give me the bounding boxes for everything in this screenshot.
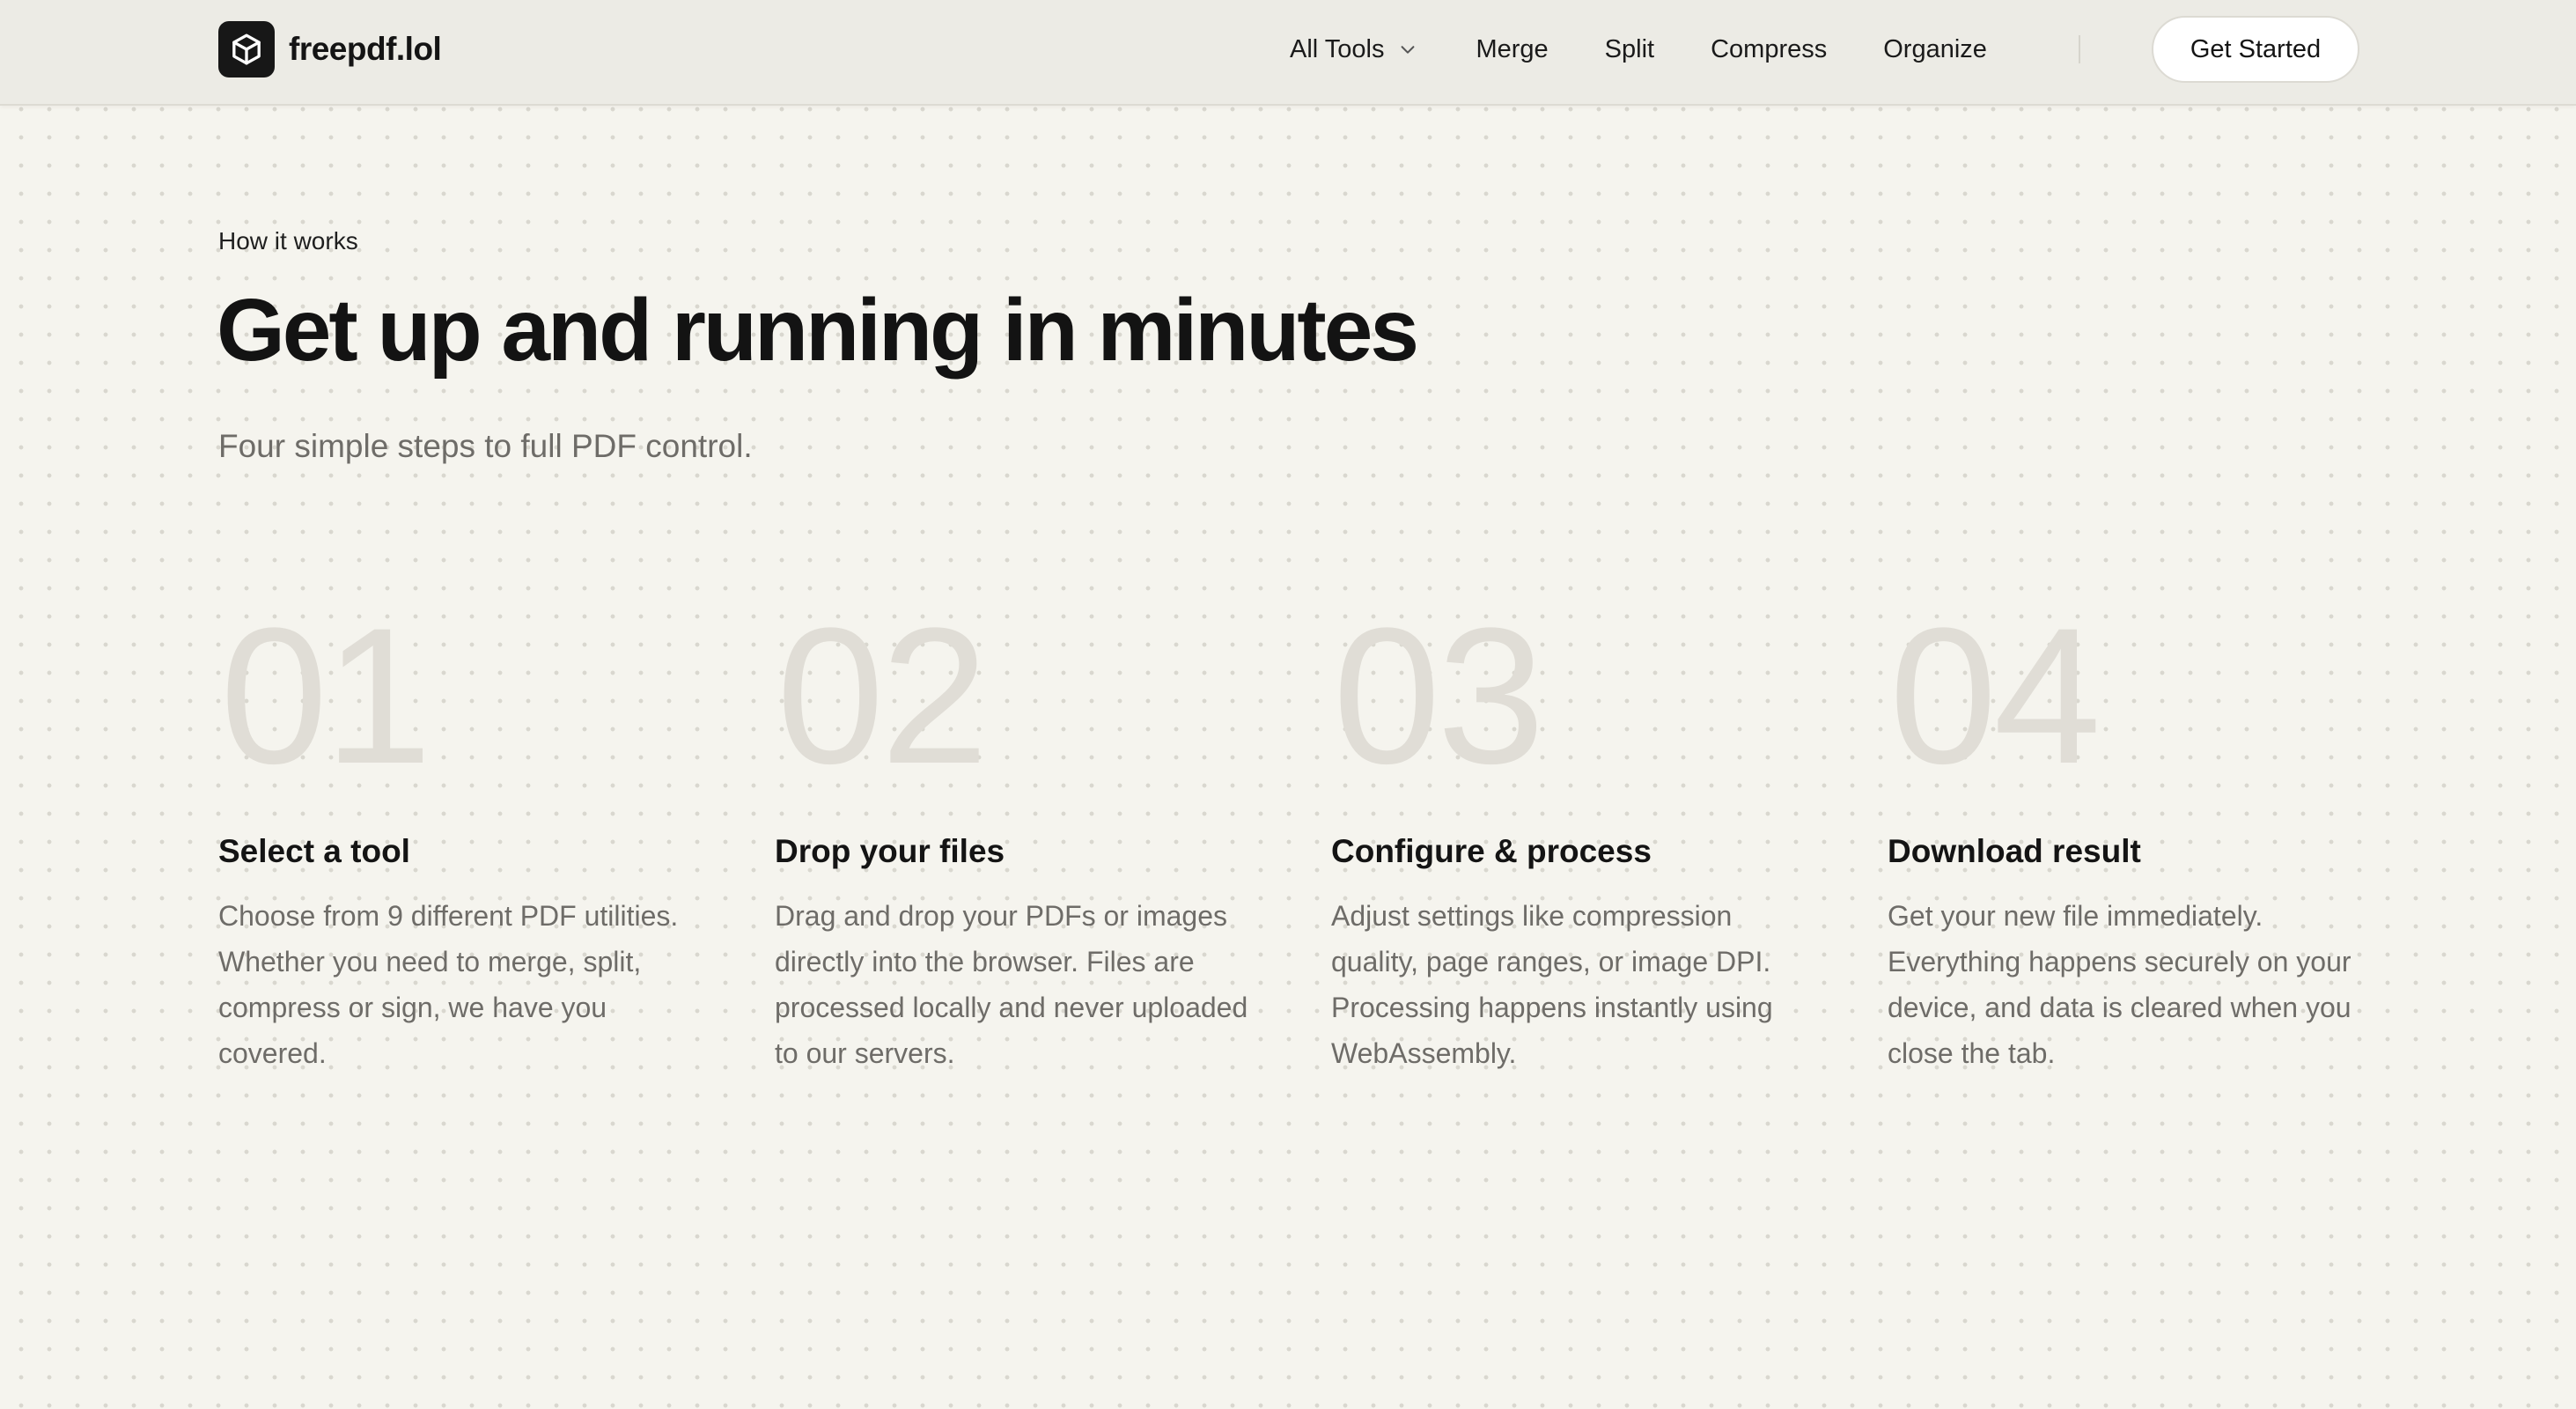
nav-split-link[interactable]: Split (1605, 35, 1654, 64)
nav-all-tools-label: All Tools (1290, 34, 1385, 63)
get-started-button[interactable]: Get Started (2152, 16, 2359, 83)
nav-compress-link[interactable]: Compress (1711, 35, 1827, 64)
step-number: 03 (1333, 587, 1545, 804)
page-title: Get up and running in minutes (217, 281, 1419, 380)
chevron-down-icon (1398, 40, 1417, 59)
brand-logo-link[interactable]: freepdf.lol (218, 21, 442, 77)
nav-organize-link[interactable]: Organize (1883, 35, 1987, 64)
brand-name: freepdf.lol (289, 31, 442, 67)
nav-all-tools-dropdown[interactable]: All Tools (1290, 35, 1417, 64)
step-description: Get your new file immediately. Everythin… (1888, 900, 2352, 1069)
nav-divider (2079, 35, 2080, 63)
step-description: Adjust settings like compression quality… (1331, 900, 1773, 1069)
cube-icon (218, 21, 275, 77)
main-nav: All Tools Merge Split Compress Organize (1290, 0, 1987, 99)
step-card-4: 04 Download result Get your new file imm… (1888, 599, 2381, 1076)
site-header: freepdf.lol All Tools Merge Split Compre… (0, 0, 2576, 106)
step-description: Choose from 9 different PDF utilities. W… (218, 900, 679, 1069)
step-number: 01 (220, 587, 432, 804)
step-card-2: 02 Drop your files Drag and drop your PD… (775, 599, 1268, 1076)
step-card-3: 03 Configure & process Adjust settings l… (1331, 599, 1824, 1076)
section-eyebrow: How it works (218, 227, 358, 255)
step-title: Download result (1888, 833, 2141, 869)
step-number: 02 (776, 587, 989, 804)
step-title: Select a tool (218, 833, 410, 869)
page-subtitle: Four simple steps to full PDF control. (218, 428, 753, 464)
nav-merge-link[interactable]: Merge (1476, 35, 1548, 64)
step-title: Configure & process (1331, 833, 1652, 869)
step-title: Drop your files (775, 833, 1005, 869)
step-card-1: 01 Select a tool Choose from 9 different… (218, 599, 711, 1076)
step-number: 04 (1889, 587, 2101, 804)
steps-grid: 01 Select a tool Choose from 9 different… (218, 599, 2359, 1092)
step-description: Drag and drop your PDFs or images direct… (775, 900, 1248, 1069)
